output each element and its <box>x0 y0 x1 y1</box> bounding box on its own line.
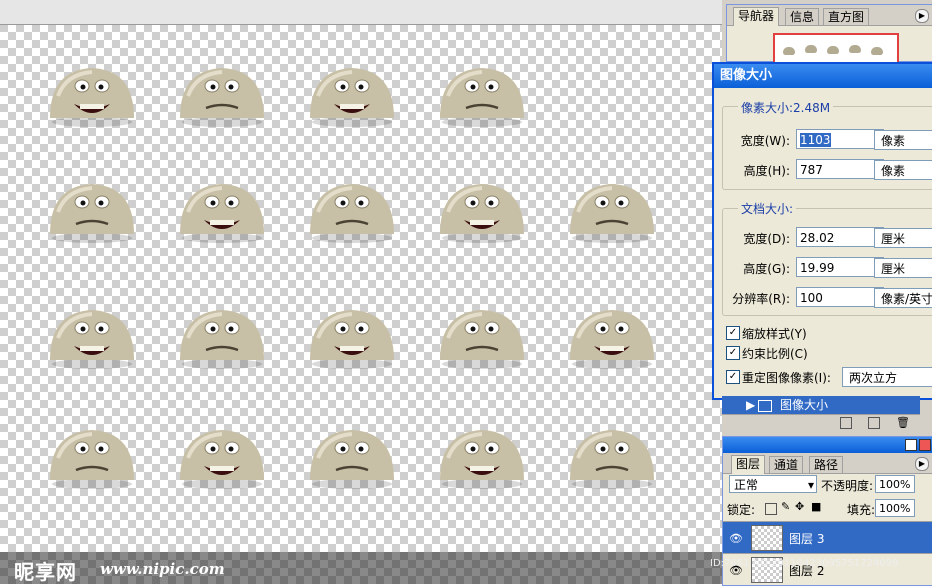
trash-icon[interactable]: 🗑 <box>896 416 910 429</box>
doc-height-input[interactable]: 19.99 <box>796 257 884 277</box>
lock-transparent-icon[interactable] <box>765 503 777 515</box>
blend-mode-value: 正常 <box>734 478 759 492</box>
document-size-label: 文档大小: <box>738 200 797 217</box>
navigator-tabbar: 导航器 信息 直方图 ▶ <box>727 5 932 26</box>
lock-move-icon[interactable]: ✥ <box>795 500 804 513</box>
thumb-emoji <box>783 47 795 55</box>
watermark-url: www.nipic.com <box>100 560 225 578</box>
history-item-label: 图像大小 <box>780 398 829 412</box>
scale-styles-label: 缩放样式(Y) <box>742 327 807 341</box>
layer-thumbnail <box>751 525 783 551</box>
width-label: 宽度(W): <box>740 134 790 148</box>
resample-method-select[interactable]: 两次立方 <box>842 367 932 387</box>
emoticon-icon <box>176 56 268 128</box>
resolution-input[interactable]: 100 <box>796 287 884 307</box>
tab-layers[interactable]: 图层 <box>731 455 766 474</box>
resample-checkbox[interactable]: ✓ <box>726 370 740 384</box>
thumb-emoji <box>849 45 861 53</box>
navigator-panel: 导航器 信息 直方图 ▶ <box>726 4 932 71</box>
emoticon-icon <box>176 298 268 370</box>
emoticon-icon <box>46 418 138 490</box>
tab-channels[interactable]: 通道 <box>769 456 804 473</box>
emoticon-icon <box>566 172 658 244</box>
emoticon-icon <box>306 172 398 244</box>
watermark-id: ID:7651 NO:20110423095751724099 <box>710 558 899 569</box>
resample-label: 重定图像像素(I): <box>742 371 831 385</box>
new-snapshot-icon[interactable] <box>868 417 880 429</box>
height-label: 高度(H): <box>743 164 790 178</box>
constrain-label: 约束比例(C) <box>742 347 808 361</box>
opacity-label: 不透明度: <box>821 479 874 493</box>
scale-styles-checkbox[interactable]: ✓ <box>726 326 740 340</box>
fill-input[interactable]: 100% <box>875 499 915 517</box>
history-toolbar: 🗑 <box>722 414 920 431</box>
emoticon-icon <box>46 298 138 370</box>
history-state-icon <box>758 400 772 412</box>
doc-width-label: 宽度(D): <box>743 232 790 246</box>
layers-menu-icon[interactable]: ▶ <box>915 457 929 471</box>
lock-paint-icon[interactable]: ✎ <box>781 500 790 513</box>
lock-label: 锁定: <box>727 503 756 517</box>
layer-row[interactable]: 👁 图层 3 <box>723 521 932 554</box>
history-arrow-icon: ▶ <box>746 398 756 412</box>
emoticon-icon <box>436 418 528 490</box>
opacity-input[interactable]: 100% <box>875 475 915 493</box>
dialog-title: 图像大小 <box>714 64 932 88</box>
emoticon-icon <box>566 418 658 490</box>
width-unit-select[interactable]: 像素 <box>874 130 932 150</box>
resolution-label: 分辨率(R): <box>732 292 790 306</box>
panel-menu-icon[interactable]: ▶ <box>915 9 929 23</box>
pixel-dimensions-label: 像素大小:2.48M <box>738 99 834 116</box>
thumb-emoji <box>805 45 817 53</box>
chevron-down-icon: ▾ <box>807 478 814 492</box>
thumb-emoji <box>827 46 839 54</box>
thumb-emoji <box>871 47 883 55</box>
height-input[interactable]: 787 <box>796 159 884 179</box>
close-icon[interactable] <box>919 439 931 451</box>
tab-histogram[interactable]: 直方图 <box>823 8 870 25</box>
emoticon-icon <box>46 172 138 244</box>
watermark-bar: 昵享网 www.nipic.com <box>0 552 722 584</box>
emoticon-icon <box>436 56 528 128</box>
doc-height-unit-select[interactable]: 厘米 <box>874 258 932 278</box>
emoticon-icon <box>306 56 398 128</box>
image-size-dialog: 图像大小 像素大小:2.48M 宽度(W): 1103 像素 高度(H): 78… <box>712 62 932 400</box>
history-item[interactable]: ▶ 图像大小 <box>722 396 920 414</box>
emoticon-icon <box>306 418 398 490</box>
doc-height-label: 高度(G): <box>743 262 790 276</box>
emoticon-icon <box>306 298 398 370</box>
emoticon-icon <box>176 172 268 244</box>
layers-titlebar <box>723 437 932 453</box>
emoticon-icon <box>436 172 528 244</box>
emoticon-icon <box>436 298 528 370</box>
tab-paths[interactable]: 路径 <box>809 456 844 473</box>
layer-name: 图层 3 <box>789 532 825 546</box>
doc-width-unit-select[interactable]: 厘米 <box>874 228 932 248</box>
tab-info[interactable]: 信息 <box>785 8 820 25</box>
canvas-top-strip <box>0 0 722 25</box>
fill-label: 填充: <box>847 503 876 517</box>
emoticon-icon <box>46 56 138 128</box>
minimize-icon[interactable] <box>905 439 917 451</box>
layers-tabbar: 图层 通道 路径 ▶ <box>723 453 932 474</box>
eye-icon[interactable]: 👁 <box>729 532 743 545</box>
tab-navigator[interactable]: 导航器 <box>733 7 780 26</box>
width-input[interactable]: 1103 <box>796 129 884 149</box>
height-unit-select[interactable]: 像素 <box>874 160 932 180</box>
doc-width-input[interactable]: 28.02 <box>796 227 884 247</box>
constrain-checkbox[interactable]: ✓ <box>726 346 740 360</box>
emoticon-icon <box>566 298 658 370</box>
blend-mode-select[interactable]: 正常 ▾ <box>729 475 817 493</box>
watermark-logo: 昵享网 <box>14 560 77 584</box>
new-document-icon[interactable] <box>840 417 852 429</box>
lock-all-icon[interactable]: ■ <box>811 500 821 513</box>
resolution-unit-select[interactable]: 像素/英寸 <box>874 288 932 308</box>
emoticon-icon <box>176 418 268 490</box>
